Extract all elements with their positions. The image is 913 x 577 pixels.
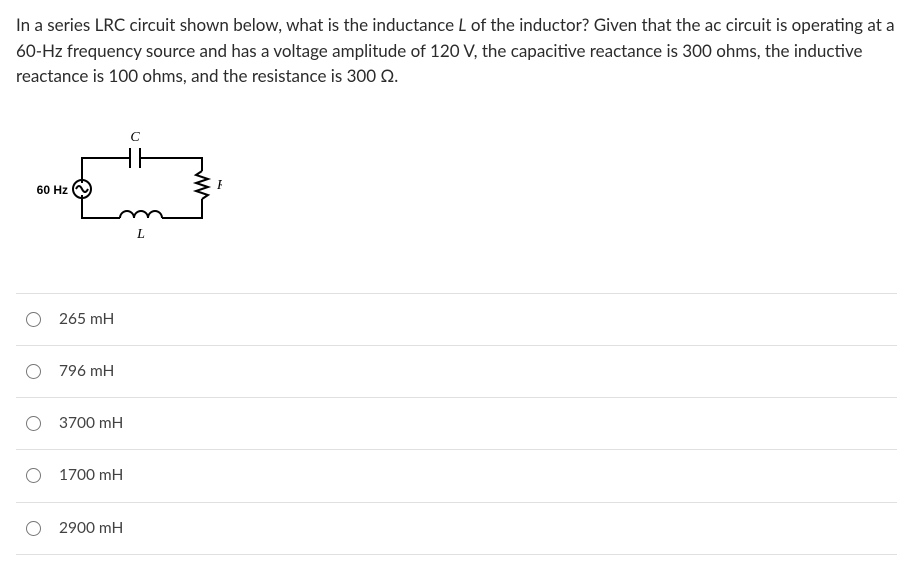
options-list: 265 mH 796 mH 3700 mH 1700 mH 2900 mH — [16, 293, 897, 555]
question-intro: In a series LRC circuit shown below, wha… — [16, 14, 458, 35]
circuit-diagram: C R L 60 Hz — [16, 113, 897, 293]
circuit-svg: C R L 60 Hz — [22, 123, 222, 253]
option-label: 1700 mH — [59, 464, 123, 487]
question-text: In a series LRC circuit shown below, wha… — [16, 12, 896, 89]
resistor-label: R — [216, 178, 222, 193]
question-period: . — [394, 65, 398, 86]
question-var-l: L — [458, 14, 466, 35]
option-row[interactable]: 2900 mH — [16, 503, 897, 555]
option-radio[interactable] — [26, 521, 41, 536]
option-radio[interactable] — [26, 364, 41, 379]
option-row[interactable]: 796 mH — [16, 346, 897, 398]
option-radio[interactable] — [26, 416, 41, 431]
option-row[interactable]: 265 mH — [16, 294, 897, 346]
source-freq-label: 60 Hz — [37, 183, 68, 197]
option-label: 265 mH — [59, 308, 114, 331]
option-label: 3700 mH — [59, 412, 123, 435]
option-radio[interactable] — [26, 468, 41, 483]
option-row[interactable]: 1700 mH — [16, 450, 897, 502]
option-label: 2900 mH — [59, 517, 123, 540]
option-radio[interactable] — [26, 312, 41, 327]
option-row[interactable]: 3700 mH — [16, 398, 897, 450]
question-resistance: 300 Ω — [347, 65, 395, 86]
inductor-label: L — [136, 227, 145, 242]
capacitor-label: C — [130, 130, 140, 145]
option-label: 796 mH — [59, 360, 114, 383]
